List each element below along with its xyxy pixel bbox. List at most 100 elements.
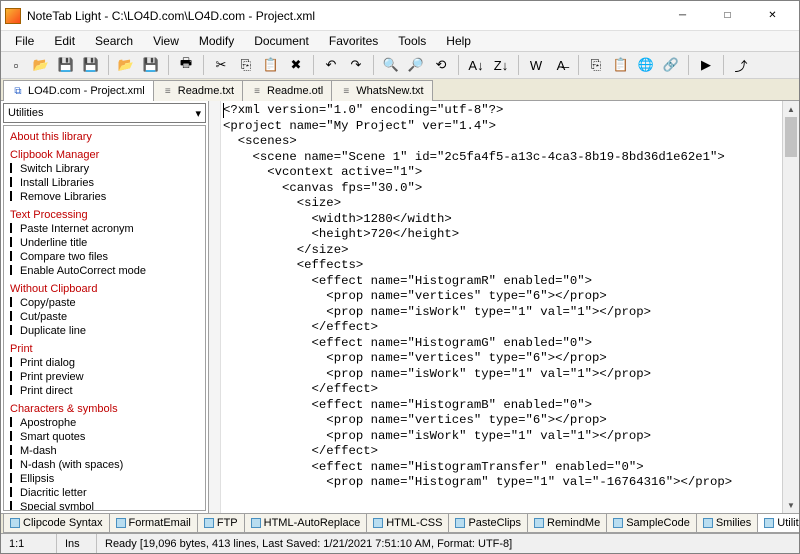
file-tab-label: Readme.otl <box>267 85 323 97</box>
editor-content[interactable]: <?xml version="1.0" encoding="utf-8"?> <… <box>223 103 781 491</box>
toolbar-exit-button[interactable]: ⤴ <box>730 54 752 76</box>
sidebar-section-header: Characters & symbols <box>10 402 199 416</box>
clipbook-tab-pasteclips[interactable]: PasteClips <box>448 514 528 533</box>
sidebar-item[interactable]: Duplicate line <box>10 324 199 338</box>
toolbar-save-all-button[interactable]: 💾 <box>80 54 102 76</box>
menu-file[interactable]: File <box>5 32 44 50</box>
open-icon: 📂 <box>33 57 49 73</box>
sidebar-item[interactable]: Cut/paste <box>10 310 199 324</box>
sidebar-item[interactable]: Print preview <box>10 370 199 384</box>
main-area: Utilities ▾ About this libraryClipbook M… <box>1 101 799 513</box>
save-icon: 💾 <box>58 57 74 73</box>
save-fav-icon: 💾 <box>143 57 159 73</box>
menu-help[interactable]: Help <box>436 32 481 50</box>
sidebar-item[interactable]: Compare two files <box>10 250 199 264</box>
library-dropdown[interactable]: Utilities ▾ <box>3 103 206 123</box>
toolbar-copy-append-button[interactable]: ⎘ <box>585 54 607 76</box>
sidebar-item[interactable]: Underline title <box>10 236 199 250</box>
menu-document[interactable]: Document <box>244 32 319 50</box>
menu-edit[interactable]: Edit <box>44 32 85 50</box>
toolbar-print-button[interactable]: 🖶 <box>175 54 197 76</box>
sidebar-item[interactable]: Special symbol <box>10 500 199 511</box>
toolbar-separator <box>313 55 314 75</box>
clipbook-tab-smilies[interactable]: Smilies <box>696 514 758 533</box>
scroll-thumb[interactable] <box>785 117 797 157</box>
clipbook-tab-remindme[interactable]: RemindMe <box>527 514 607 533</box>
sidebar-item[interactable]: Remove Libraries <box>10 190 199 204</box>
sidebar-item[interactable]: Switch Library <box>10 162 199 176</box>
sidebar-item[interactable]: N-dash (with spaces) <box>10 458 199 472</box>
toolbar-copy-button[interactable]: ⎘ <box>235 54 257 76</box>
scroll-up-arrow[interactable]: ▲ <box>783 101 799 117</box>
close-button[interactable]: ✕ <box>750 2 795 30</box>
clipbook-tab-samplecode[interactable]: SampleCode <box>606 514 697 533</box>
toolbar-word-button[interactable]: W <box>525 54 547 76</box>
toolbar-open-button[interactable]: 📂 <box>30 54 52 76</box>
sidebar-item[interactable]: Install Libraries <box>10 176 199 190</box>
toolbar-strike-button[interactable]: A̶ <box>550 54 572 76</box>
sidebar-item[interactable]: Paste Internet acronym <box>10 222 199 236</box>
toolbar-redo-button[interactable]: ↷ <box>345 54 367 76</box>
toolbar-web-button[interactable]: 🌐 <box>635 54 657 76</box>
undo-icon: ↶ <box>326 57 337 73</box>
text-editor[interactable]: <?xml version="1.0" encoding="utf-8"?> <… <box>209 101 799 513</box>
clipbook-tab-html-css[interactable]: HTML-CSS <box>366 514 449 533</box>
toolbar-paste-button[interactable]: 📋 <box>260 54 282 76</box>
file-tab-2[interactable]: ≡Readme.otl <box>242 80 332 101</box>
sidebar-item[interactable]: Enable AutoCorrect mode <box>10 264 199 278</box>
editor-gutter <box>209 101 221 513</box>
menu-search[interactable]: Search <box>85 32 143 50</box>
clipbook-tab-clipcode syntax[interactable]: Clipcode Syntax <box>3 514 110 533</box>
clipbook-icon <box>204 518 214 528</box>
file-tab-label: WhatsNew.txt <box>356 85 423 97</box>
scroll-down-arrow[interactable]: ▼ <box>783 497 799 513</box>
toolbar-separator <box>373 55 374 75</box>
sort-desc-icon: Z↓ <box>494 58 508 73</box>
sidebar-item[interactable]: Ellipsis <box>10 472 199 486</box>
toolbar-paste-append-button[interactable]: 📋 <box>610 54 632 76</box>
sidebar-item[interactable]: M-dash <box>10 444 199 458</box>
clipbook-tab-formatemail[interactable]: FormatEmail <box>109 514 198 533</box>
sidebar-item[interactable]: Apostrophe <box>10 416 199 430</box>
clipbook-tab-html-autoreplace[interactable]: HTML-AutoReplace <box>244 514 368 533</box>
vertical-scrollbar[interactable]: ▲ ▼ <box>782 101 799 513</box>
toolbar-new-button[interactable]: ▫ <box>5 54 27 76</box>
menu-view[interactable]: View <box>143 32 189 50</box>
sidebar-item[interactable]: Print direct <box>10 384 199 398</box>
toolbar-sort-desc-button[interactable]: Z↓ <box>490 54 512 76</box>
clipbook-tab-utilities[interactable]: Utilities <box>757 514 799 533</box>
toolbar-separator <box>108 55 109 75</box>
toolbar-find-button[interactable]: 🔍 <box>380 54 402 76</box>
toolbar-replace-button[interactable]: ⟲ <box>430 54 452 76</box>
sidebar-section-header: Clipbook Manager <box>10 148 199 162</box>
toolbar-save-fav-button[interactable]: 💾 <box>140 54 162 76</box>
redo-icon: ↷ <box>351 57 362 73</box>
toolbar-open-fav-button[interactable]: 📂 <box>115 54 137 76</box>
minimize-button[interactable]: ─ <box>660 2 705 30</box>
sidebar-item[interactable]: Smart quotes <box>10 430 199 444</box>
file-tab-1[interactable]: ≡Readme.txt <box>153 80 243 101</box>
file-tab-0[interactable]: ⧉LO4D.com - Project.xml <box>3 80 154 101</box>
toolbar-cut-button[interactable]: ✂ <box>210 54 232 76</box>
toolbar-run-button[interactable]: ▶ <box>695 54 717 76</box>
menu-tools[interactable]: Tools <box>388 32 436 50</box>
sidebar-item[interactable]: Print dialog <box>10 356 199 370</box>
word-icon: W <box>530 58 542 73</box>
cut-icon: ✂ <box>216 57 227 73</box>
file-tab-3[interactable]: ≡WhatsNew.txt <box>331 80 432 101</box>
exit-icon: ⤴ <box>734 56 747 75</box>
toolbar-undo-button[interactable]: ↶ <box>320 54 342 76</box>
toolbar-link-button[interactable]: 🔗 <box>660 54 682 76</box>
chevron-down-icon: ▾ <box>195 107 201 120</box>
clipbook-icon <box>703 518 713 528</box>
maximize-button[interactable]: □ <box>705 2 750 30</box>
toolbar-find-next-button[interactable]: 🔎 <box>405 54 427 76</box>
sidebar-item[interactable]: Diacritic letter <box>10 486 199 500</box>
toolbar-save-button[interactable]: 💾 <box>55 54 77 76</box>
sidebar-item[interactable]: Copy/paste <box>10 296 199 310</box>
menu-modify[interactable]: Modify <box>189 32 244 50</box>
toolbar-delete-button[interactable]: ✖ <box>285 54 307 76</box>
menu-favorites[interactable]: Favorites <box>319 32 388 50</box>
clipbook-tab-ftp[interactable]: FTP <box>197 514 245 533</box>
toolbar-sort-asc-button[interactable]: A↓ <box>465 54 487 76</box>
